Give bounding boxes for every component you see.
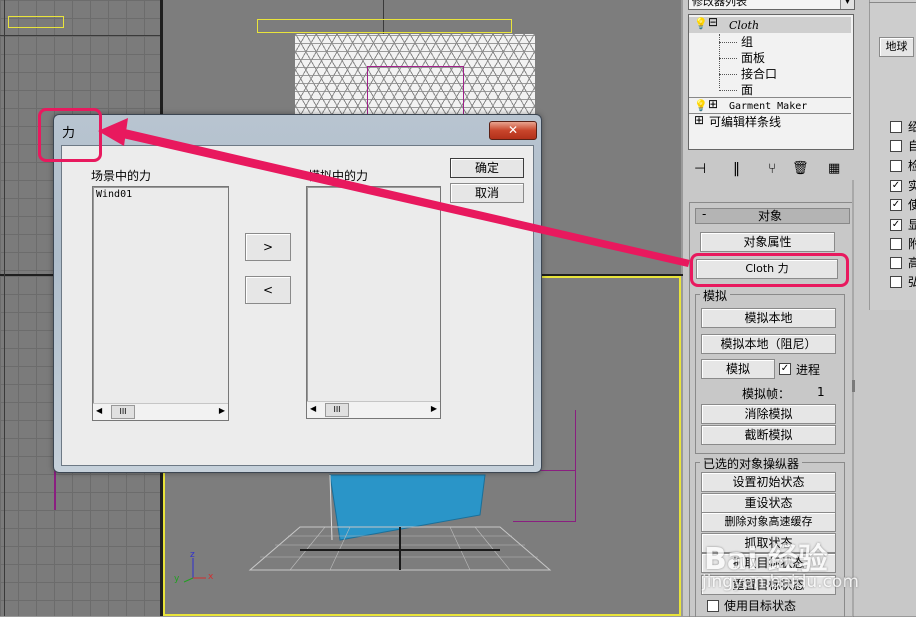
tree-connector (719, 58, 737, 59)
right-option-checkbox[interactable] (890, 257, 902, 269)
scene-forces-list[interactable]: Wind01 ◀ III ▶ (92, 186, 229, 421)
selected-object-manip-label: 已选的对象操纵器 (700, 455, 803, 472)
ok-button[interactable]: 确定 (450, 158, 524, 178)
progress-checkbox[interactable]: ✓ (779, 363, 791, 375)
remove-modifier-icon[interactable]: 🗑 (792, 161, 809, 176)
remove-force-button[interactable]: < (245, 276, 291, 304)
dialog-body: 场景中的力 模拟中的力 Wind01 ◀ III ▶ ◀ III ▶ > < 确… (61, 145, 534, 466)
progress-label: 进程 (796, 363, 821, 377)
right-column-line (869, 2, 916, 3)
set-initial-state-button[interactable]: 设置初始状态 (701, 472, 836, 492)
command-panel: 修改器列表 ▼ 💡 ⊟ Cloth 组 面板 接合口 面 💡 ⊞ Garment… (683, 0, 916, 617)
stack-subitem-seams[interactable]: 接合口 (741, 67, 777, 82)
tree-connector (719, 74, 737, 75)
list-item[interactable]: Wind01 (96, 189, 132, 200)
erase-simulation-button[interactable]: 消除模拟 (701, 404, 836, 424)
ground-grid (248, 526, 552, 571)
simulate-local-button[interactable]: 模拟本地 (701, 308, 836, 328)
add-force-button[interactable]: > (245, 233, 291, 261)
right-option-label: 高 (908, 256, 916, 270)
modifier-list-dropdown[interactable]: 修改器列表 ▼ (688, 0, 855, 10)
highlight-dialog-title (38, 108, 102, 162)
right-option-label: 绍 (908, 120, 916, 134)
sim-forces-label: 模拟中的力 (308, 169, 369, 183)
scroll-thumb[interactable]: III (325, 403, 349, 417)
scroll-thumb[interactable]: III (111, 405, 135, 419)
axis-label-x: x (208, 572, 214, 582)
right-option-checkbox[interactable] (890, 121, 902, 133)
right-option-label: 自 (908, 139, 916, 153)
panel-scroll-grip[interactable] (852, 380, 855, 392)
make-unique-icon[interactable]: ⑂ (768, 161, 776, 177)
expand-icon[interactable]: ⊞ (708, 97, 718, 111)
gizmo-outline (54, 470, 56, 510)
gizmo-outline (513, 470, 576, 522)
right-option-label: 显 (908, 218, 916, 232)
right-option-checkbox[interactable] (890, 238, 902, 250)
highlight-cloth-forces (690, 253, 849, 287)
sim-list-hscrollbar[interactable]: ◀ III ▶ (307, 401, 440, 418)
axis-label-z: z (190, 550, 195, 560)
pin-stack-icon[interactable]: ⊣ (694, 161, 706, 177)
right-option-label: 检 (908, 159, 916, 173)
scene-forces-label: 场景中的力 (91, 169, 152, 183)
right-option-checkbox[interactable] (890, 160, 902, 172)
scroll-right-arrow-icon[interactable]: ▶ (431, 404, 437, 413)
stack-subitem-group[interactable]: 组 (741, 35, 753, 50)
stack-item-garment-maker[interactable]: Garment Maker (729, 99, 807, 114)
simulate-local-damped-button[interactable]: 模拟本地（阻尼） (701, 334, 836, 354)
gizmo-outline (367, 66, 464, 120)
cancel-button[interactable]: 取消 (450, 183, 524, 203)
truncate-simulation-button[interactable]: 截断模拟 (701, 425, 836, 445)
right-option-checkbox[interactable] (890, 140, 902, 152)
right-option-label: 附 (908, 237, 916, 251)
stack-item-cloth[interactable]: Cloth (729, 18, 759, 33)
close-button[interactable]: ✕ (489, 121, 537, 140)
forces-dialog: 力 ✕ 场景中的力 模拟中的力 Wind01 ◀ III ▶ ◀ III ▶ >… (53, 114, 542, 473)
sim-frame-value: 1 (817, 385, 825, 399)
sim-forces-list[interactable]: ◀ III ▶ (306, 186, 441, 419)
scene-list-hscrollbar[interactable]: ◀ III ▶ (93, 403, 228, 420)
right-option-checkbox[interactable]: ✓ (890, 199, 902, 211)
configure-sets-icon[interactable]: ▦ (828, 161, 840, 176)
object-properties-button[interactable]: 对象属性 (700, 232, 835, 252)
simulate-button[interactable]: 模拟 (701, 359, 775, 379)
right-option-label: 弘 (908, 275, 916, 289)
scroll-right-arrow-icon[interactable]: ▶ (219, 406, 225, 415)
right-option-label: 实 (908, 179, 916, 193)
lightbulb-icon[interactable]: 💡 (694, 99, 708, 112)
modifier-list-label: 修改器列表 (692, 0, 747, 8)
stack-item-editable-spline[interactable]: 可编辑样条线 (709, 115, 781, 130)
scroll-left-arrow-icon[interactable]: ◀ (310, 404, 316, 413)
tree-connector (719, 90, 737, 91)
watermark: Bai 经验 jingyan.baidu.com (700, 534, 910, 616)
show-end-result-icon[interactable]: ‖ (733, 161, 740, 177)
tree-connector (719, 42, 737, 43)
collapse-icon[interactable]: ⊟ (708, 15, 718, 29)
gizmo-outline (575, 410, 576, 470)
axis-label-y: y (174, 574, 180, 584)
right-option-checkbox[interactable] (890, 276, 902, 288)
scroll-left-arrow-icon[interactable]: ◀ (96, 406, 102, 415)
stack-divider (689, 113, 851, 114)
stack-subitem-panel[interactable]: 面板 (741, 51, 765, 66)
globe-button[interactable]: 地球 (879, 37, 914, 57)
spline-outline (257, 19, 512, 33)
spline-outline (8, 16, 64, 28)
delete-object-cache-button[interactable]: 删除对象高速缓存 (701, 512, 836, 532)
stack-toolbar: ⊣ ‖ ⑂ 🗑 ▦ (688, 158, 851, 184)
expand-icon[interactable]: ⊞ (694, 113, 704, 127)
watermark-url: jingyan.baidu.com (702, 572, 859, 592)
lightbulb-icon[interactable]: 💡 (694, 17, 708, 30)
close-icon: ✕ (507, 123, 519, 137)
right-option-checkbox[interactable]: ✓ (890, 180, 902, 192)
right-option-label: 使 (908, 198, 916, 212)
simulation-group-label: 模拟 (700, 287, 731, 304)
right-option-checkbox[interactable]: ✓ (890, 219, 902, 231)
sim-frame-label: 模拟帧： (742, 387, 791, 401)
stack-subitem-faces[interactable]: 面 (741, 83, 753, 98)
reset-state-button[interactable]: 重设状态 (701, 493, 836, 513)
chevron-down-icon: ▼ (840, 0, 854, 9)
